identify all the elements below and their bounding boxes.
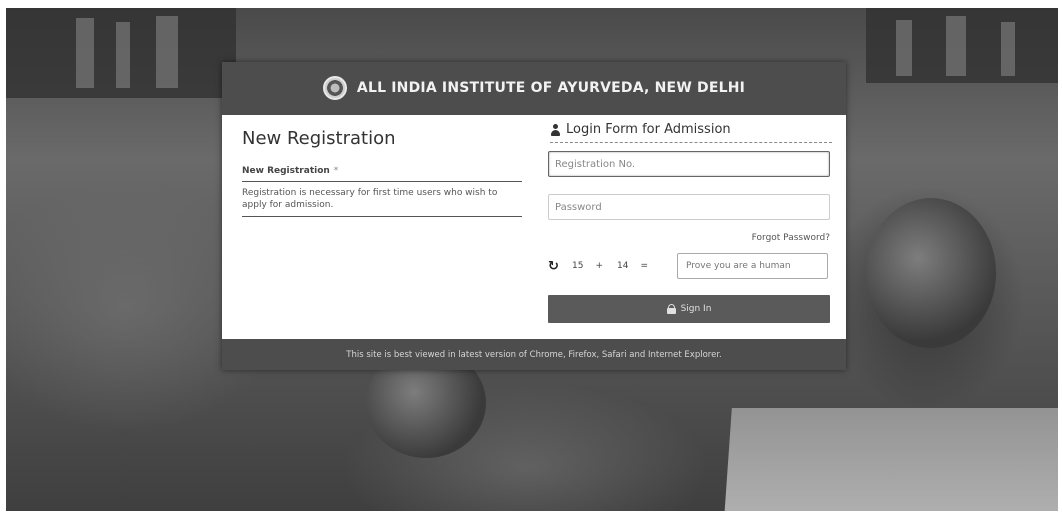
new-registration-description: Registration is necessary for first time… (242, 188, 498, 210)
institute-name: ALL INDIA INSTITUTE OF AYURVEDA, NEW DEL… (356, 80, 746, 96)
captcha-answer-input[interactable] (677, 253, 828, 279)
user-icon (550, 123, 561, 136)
captcha-operand-b: 14 (617, 261, 629, 271)
new-registration-link[interactable]: New Registration * (242, 166, 338, 176)
divider (550, 142, 832, 143)
refresh-icon[interactable]: ↻ (548, 259, 562, 274)
dialog-card: New Registration New Registration * Regis… (222, 115, 846, 339)
new-registration-link-label[interactable]: New Registration (242, 166, 330, 176)
login-form-title: Login Form for Admission (550, 122, 731, 137)
required-marker: * (333, 166, 339, 176)
login-form-title-text: Login Form for Admission (566, 122, 731, 137)
divider (242, 216, 522, 217)
new-registration-title: New Registration (242, 128, 396, 149)
password-input[interactable] (548, 194, 830, 220)
sign-in-label: Sign In (680, 304, 712, 314)
captcha-operator: + (595, 261, 603, 271)
lock-icon (666, 304, 676, 314)
dialog-header: ALL INDIA INSTITUTE OF AYURVEDA, NEW DEL… (222, 62, 846, 114)
captcha-operand-a: 15 (572, 261, 584, 271)
captcha-row: ↻ 15 + 14 = (548, 253, 832, 279)
institute-emblem-icon (322, 76, 347, 100)
admission-dialog: ALL INDIA INSTITUTE OF AYURVEDA, NEW DEL… (222, 62, 846, 370)
sign-in-button[interactable]: Sign In (548, 295, 830, 323)
forgot-password-link[interactable]: Forgot Password? (752, 233, 830, 243)
browser-notice: This site is best viewed in latest versi… (346, 350, 722, 360)
registration-number-input[interactable] (548, 151, 830, 177)
divider (242, 181, 522, 182)
captcha-equals: = (640, 261, 648, 271)
